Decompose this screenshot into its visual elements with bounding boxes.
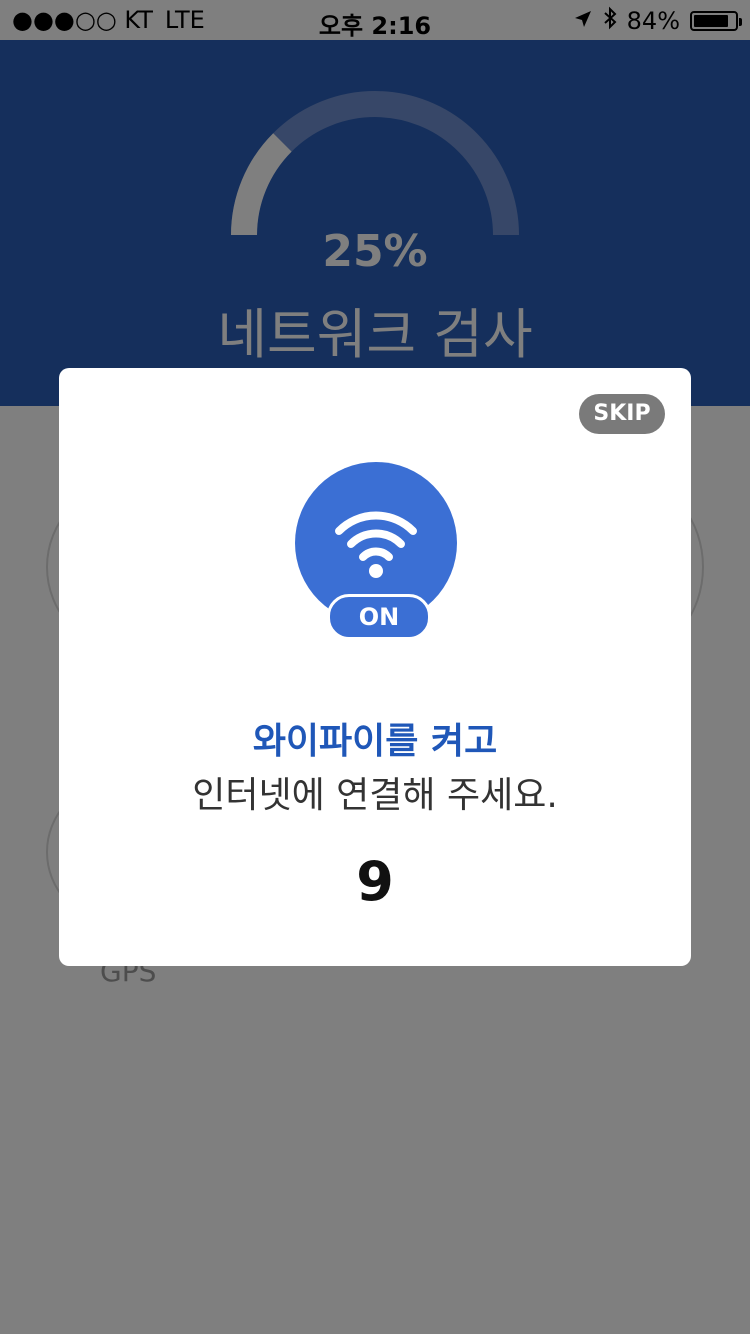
- modal-message: 인터넷에 연결해 주세요.: [192, 775, 558, 816]
- modal-title: 와이파이를 켜고: [252, 721, 498, 762]
- wifi-modal: SKIP ON 와이파이를 켜고 인터넷에 연결해 주세요. 9: [59, 368, 691, 966]
- wifi-icon: [331, 501, 421, 585]
- countdown-number: 9: [356, 850, 394, 913]
- wifi-badge: ON: [295, 462, 457, 640]
- skip-button[interactable]: SKIP: [579, 394, 665, 434]
- wifi-on-toggle[interactable]: ON: [327, 594, 431, 640]
